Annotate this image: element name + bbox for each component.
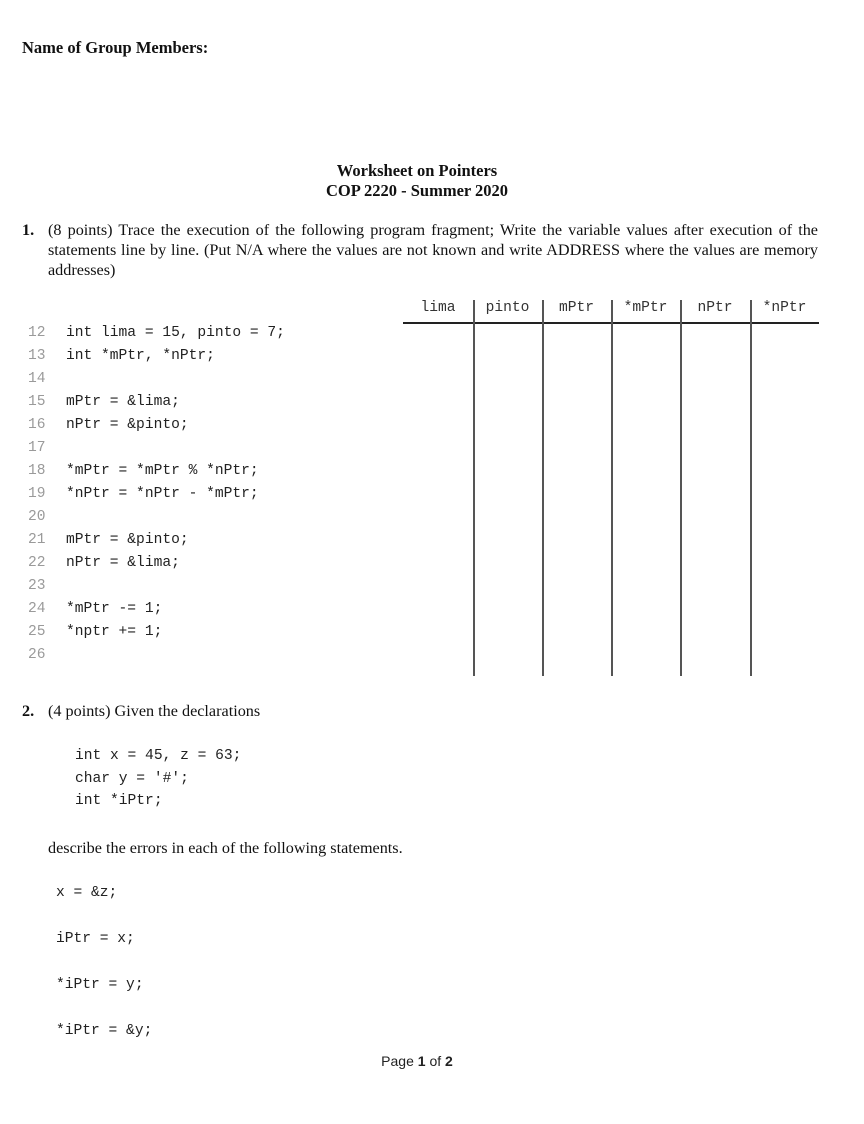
question-2-instruction: describe the errors in each of the follo… bbox=[48, 839, 403, 857]
code-text: *mPtr = *mPtr % *nPtr; bbox=[66, 463, 259, 479]
column-header-deref-mptr: *mPtr bbox=[623, 300, 668, 316]
page-word: Page bbox=[381, 1053, 414, 1069]
declaration-line: char y = '#'; bbox=[75, 770, 189, 787]
question-2-number: 2. bbox=[22, 702, 35, 720]
code-text: int lima = 15, pinto = 7; bbox=[66, 325, 285, 341]
of-word: of bbox=[429, 1053, 442, 1069]
question-1: 1. (8 points) Trace the execution of the… bbox=[22, 220, 818, 280]
line-number: 26 bbox=[28, 647, 46, 663]
line-number: 15 bbox=[28, 394, 46, 410]
line-number: 13 bbox=[28, 348, 46, 364]
line-number: 14 bbox=[28, 371, 46, 387]
code-line: 23 bbox=[28, 575, 285, 598]
column-divider bbox=[750, 300, 752, 676]
line-number: 21 bbox=[28, 532, 46, 548]
line-number: 20 bbox=[28, 509, 46, 525]
title-line-2: COP 2220 - Summer 2020 bbox=[325, 181, 509, 200]
total-pages-number: 2 bbox=[445, 1053, 453, 1069]
title-line-1: Worksheet on Pointers bbox=[336, 161, 498, 180]
code-listing: 12 int lima = 15, pinto = 7; 13 int *mPtr, … bbox=[28, 322, 285, 667]
code-text: nPtr = &pinto; bbox=[66, 417, 189, 433]
column-divider bbox=[611, 300, 613, 676]
code-text: nPtr = &lima; bbox=[66, 555, 180, 571]
column-header-lima: lima bbox=[420, 300, 456, 316]
line-number: 19 bbox=[28, 486, 46, 502]
column-divider bbox=[542, 300, 544, 676]
column-header-deref-nptr: *nPtr bbox=[762, 300, 807, 316]
question-1-number: 1. bbox=[22, 221, 35, 239]
page-footer: Page 1 of 2 bbox=[0, 1053, 834, 1069]
line-number: 22 bbox=[28, 555, 46, 571]
code-line: 25 *nptr += 1; bbox=[28, 621, 285, 644]
code-line: 17 bbox=[28, 437, 285, 460]
code-line: 26 bbox=[28, 644, 285, 667]
line-number: 17 bbox=[28, 440, 46, 456]
declaration-line: int x = 45, z = 63; bbox=[75, 748, 242, 764]
line-number: 16 bbox=[28, 417, 46, 433]
statement-4: *iPtr = &y; bbox=[56, 1023, 153, 1039]
code-line: 18 *mPtr = *mPtr % *nPtr; bbox=[28, 460, 285, 483]
current-page-number: 1 bbox=[417, 1053, 426, 1069]
code-line: 20 bbox=[28, 506, 285, 529]
code-text: *nPtr = *nPtr - *mPtr; bbox=[66, 486, 259, 502]
code-text: *nptr += 1; bbox=[66, 624, 163, 640]
column-divider bbox=[473, 300, 475, 676]
declarations-block: int x = 45, z = 63; char y = '#'; int *i… bbox=[75, 745, 241, 813]
question-2: 2. (4 points) Given the declarations bbox=[22, 701, 260, 721]
code-line: 15 mPtr = &lima; bbox=[28, 391, 285, 414]
code-line: 13 int *mPtr, *nPtr; bbox=[28, 345, 285, 368]
code-text: mPtr = &pinto; bbox=[66, 532, 189, 548]
code-line: 19 *nPtr = *nPtr - *mPtr; bbox=[28, 483, 285, 506]
statement-2: iPtr = x; bbox=[56, 931, 135, 947]
code-text: *mPtr -= 1; bbox=[66, 601, 163, 617]
column-header-nptr: nPtr bbox=[697, 300, 733, 316]
worksheet-title: Worksheet on Pointers COP 2220 - Summer … bbox=[0, 161, 834, 201]
declaration-line: int *iPtr; bbox=[75, 793, 163, 809]
line-number: 24 bbox=[28, 601, 46, 617]
code-line: 12 int lima = 15, pinto = 7; bbox=[28, 322, 285, 345]
question-1-text: (8 points) Trace the execution of the fo… bbox=[48, 221, 818, 279]
statement-3: *iPtr = y; bbox=[56, 977, 144, 993]
column-header-mptr: mPtr bbox=[558, 300, 595, 316]
question-2-text: (4 points) Given the declarations bbox=[48, 702, 261, 720]
code-text: mPtr = &lima; bbox=[66, 394, 180, 410]
line-number: 23 bbox=[28, 578, 46, 594]
code-line: 22 nPtr = &lima; bbox=[28, 552, 285, 575]
line-number: 18 bbox=[28, 463, 46, 479]
code-line: 21 mPtr = &pinto; bbox=[28, 529, 285, 552]
code-line: 16 nPtr = &pinto; bbox=[28, 414, 285, 437]
line-number: 12 bbox=[28, 325, 46, 341]
code-text: int *mPtr, *nPtr; bbox=[66, 348, 215, 364]
trace-table: lima pinto mPtr *mPtr nPtr *nPtr bbox=[403, 298, 819, 678]
line-number: 25 bbox=[28, 624, 46, 640]
code-line: 14 bbox=[28, 368, 285, 391]
code-line: 24 *mPtr -= 1; bbox=[28, 598, 285, 621]
group-members-label: Name of Group Members: bbox=[22, 38, 209, 57]
column-header-pinto: pinto bbox=[485, 300, 530, 316]
column-divider bbox=[680, 300, 682, 676]
statement-1: x = &z; bbox=[56, 885, 118, 901]
